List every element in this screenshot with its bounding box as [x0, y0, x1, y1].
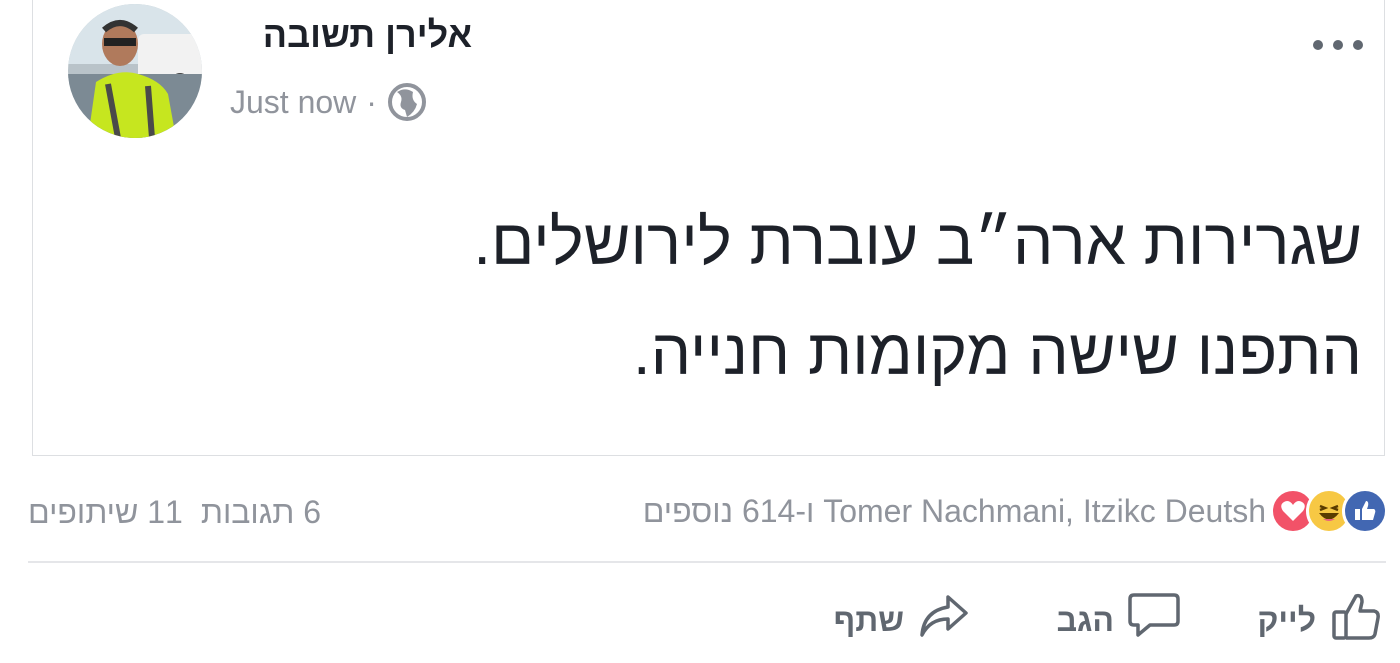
- divider: [28, 561, 1386, 563]
- meta-separator: ·: [366, 83, 377, 120]
- post-text-line-1: שגרירות ארה״ב עוברת לירושלים.: [473, 206, 1362, 278]
- comments-count[interactable]: 6 תגובות: [201, 494, 321, 531]
- globe-icon[interactable]: [387, 82, 427, 122]
- comment-icon: [1128, 591, 1180, 649]
- comment-button-label: הגב: [1056, 601, 1114, 638]
- post-meta: Just now ·: [230, 80, 427, 124]
- avatar-photo: [68, 4, 202, 138]
- author-avatar[interactable]: [68, 4, 202, 138]
- share-button[interactable]: שתף: [834, 590, 970, 650]
- share-button-label: שתף: [833, 601, 904, 638]
- engagement-counts: 6 תגובות 11 שיתופים: [28, 494, 321, 531]
- reaction-icons[interactable]: [1270, 488, 1388, 534]
- author-name[interactable]: אלירן תשובה: [232, 14, 472, 64]
- post-body: שגרירות ארה״ב עוברת לירושלים. התפנו שישה…: [262, 206, 1362, 388]
- reactors-summary[interactable]: Tomer Nachmani, Itzikc Deutsh ו-614 נוספ…: [643, 493, 1266, 530]
- like-reaction-icon: [1342, 488, 1388, 534]
- reactors[interactable]: Tomer Nachmani, Itzikc Deutsh ו-614 נוספ…: [643, 488, 1388, 534]
- share-arrow-icon: [918, 591, 970, 649]
- post-text-line-2: התפנו שישה מקומות חנייה.: [632, 316, 1362, 388]
- shares-count[interactable]: 11 שיתופים: [28, 494, 183, 531]
- like-button[interactable]: לייק: [1257, 590, 1382, 650]
- thumbs-up-icon: [1330, 590, 1382, 650]
- like-button-label: לייק: [1257, 601, 1316, 638]
- reactions-summary-row: 6 תגובות 11 שיתופים Tomer Nachmani, Itzi…: [28, 488, 1388, 542]
- more-options-icon[interactable]: [1308, 30, 1368, 60]
- comment-button[interactable]: הגב: [1057, 590, 1180, 650]
- post-timestamp[interactable]: Just now: [230, 84, 356, 121]
